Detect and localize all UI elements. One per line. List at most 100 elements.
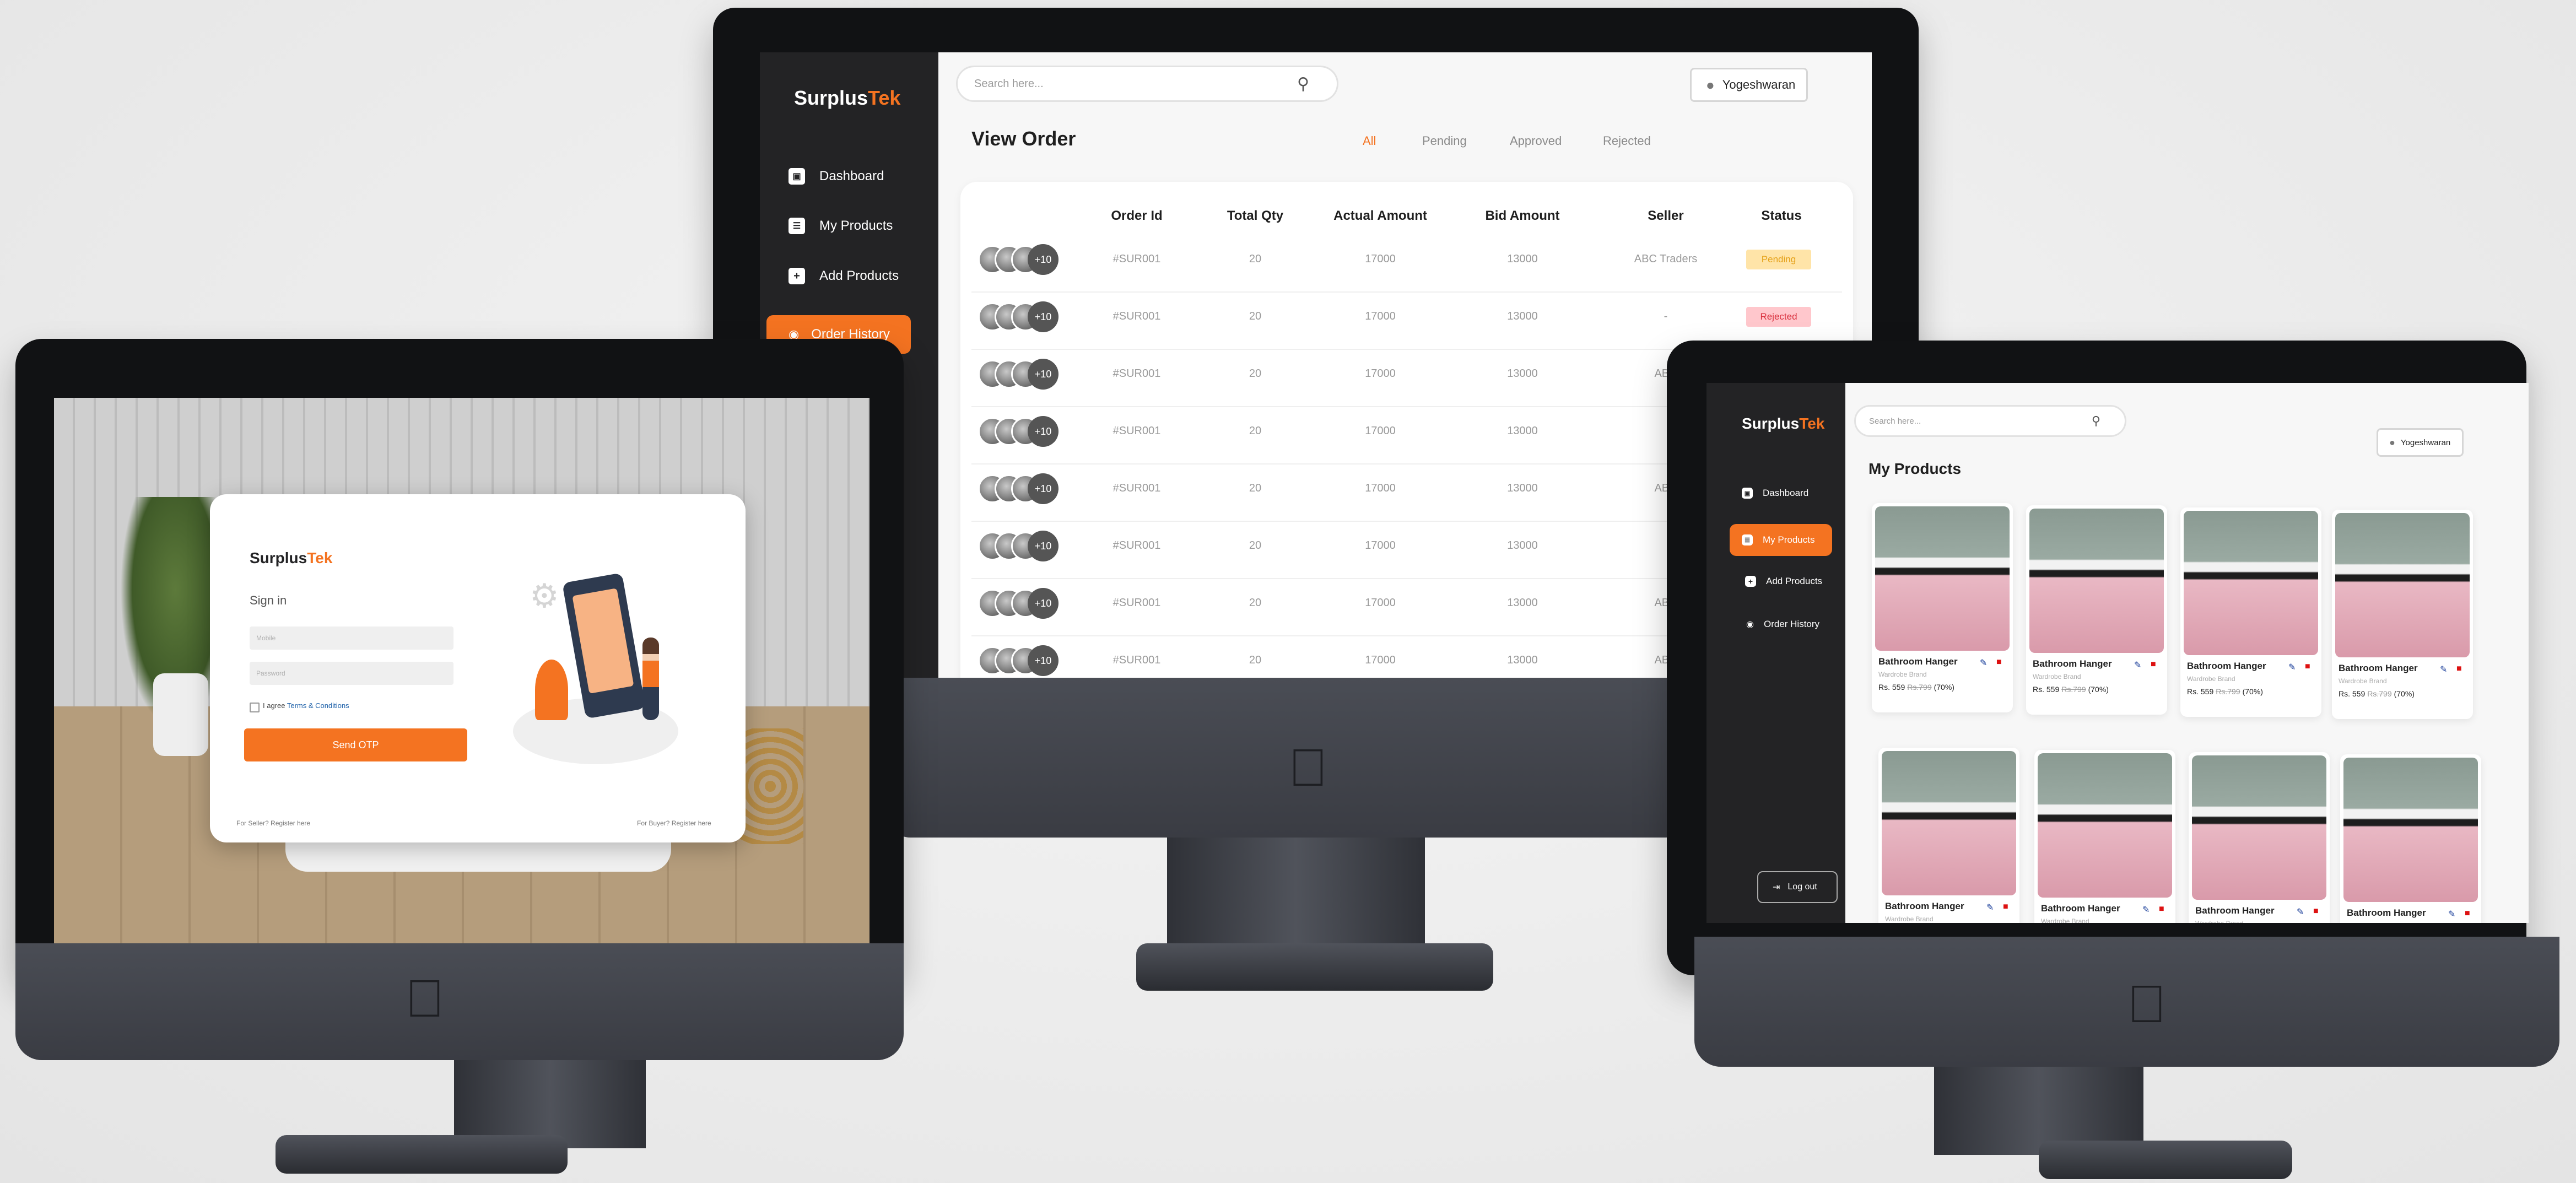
- center-foot: [1136, 943, 1493, 991]
- table-cell-actual: 17000: [1365, 253, 1396, 265]
- product-card[interactable]: Bathroom Hanger Wardrobe Brand Rs. 559 Rs.7…: [2332, 510, 2473, 719]
- table-cell-actual: 17000: [1365, 368, 1396, 380]
- product-card[interactable]: Bathroom Hanger Wardrobe Brand ✎ ■: [2034, 750, 2175, 923]
- sidebar-item-dashboard[interactable]: ▣ Dashboard: [1742, 488, 1808, 499]
- mobile-placeholder: Mobile: [256, 634, 276, 642]
- edit-icon[interactable]: ✎: [2288, 662, 2296, 673]
- table-cell-id: #SUR001: [1113, 597, 1161, 609]
- brand-name-accent: Tek: [868, 87, 901, 109]
- table-cell-actual: 17000: [1365, 310, 1396, 322]
- brand-logo: SurplusTek: [250, 549, 332, 567]
- edit-icon[interactable]: ✎: [2440, 664, 2447, 675]
- tab-rejected[interactable]: Rejected: [1603, 134, 1651, 148]
- search-icon[interactable]: ⚲: [2092, 414, 2100, 428]
- product-brand: Wardrobe Brand: [2187, 675, 2235, 683]
- more-products-badge[interactable]: +10: [1028, 416, 1059, 447]
- search-icon[interactable]: ⚲: [1297, 74, 1309, 94]
- user-menu[interactable]: ● Yogeshwaran: [1690, 68, 1808, 102]
- seller-register-link[interactable]: For Seller? Register here: [236, 819, 310, 827]
- buyer-register-link[interactable]: For Buyer? Register here: [637, 819, 711, 827]
- user-menu[interactable]: ● Yogeshwaran: [2377, 428, 2464, 457]
- delete-icon[interactable]: ■: [2159, 904, 2164, 914]
- price-current: Rs. 559: [2187, 687, 2214, 696]
- delete-icon[interactable]: ■: [2003, 902, 2008, 912]
- apple-logo-icon: : [405, 973, 445, 1025]
- sidebar-item-add-products[interactable]: + Add Products: [789, 268, 899, 284]
- more-products-badge[interactable]: +10: [1028, 301, 1059, 332]
- more-products-badge[interactable]: +10: [1028, 473, 1059, 504]
- price-old: Rs.799: [2367, 689, 2392, 698]
- tab-all[interactable]: All: [1363, 134, 1376, 148]
- delete-icon[interactable]: ■: [2151, 660, 2156, 669]
- column-header: Status: [1761, 208, 1802, 223]
- page-title: My Products: [1868, 460, 1962, 477]
- terms-link[interactable]: Terms & Conditions: [287, 701, 349, 710]
- table-cell-actual: 17000: [1365, 654, 1396, 666]
- product-image: [2029, 509, 2164, 653]
- product-brand: Wardrobe Brand: [2339, 677, 2387, 685]
- table-cell-id: #SUR001: [1113, 425, 1161, 437]
- list-icon: ☰: [1742, 534, 1753, 545]
- product-name: Bathroom Hanger: [2195, 905, 2275, 916]
- edit-icon[interactable]: ✎: [2134, 660, 2141, 671]
- agree-label: I agree: [263, 701, 285, 710]
- product-card[interactable]: Bathroom Hanger Wardrobe Brand Rs. 559 Rs.7…: [2180, 507, 2321, 717]
- left-monitor-chin: [15, 943, 904, 1060]
- more-products-badge[interactable]: +10: [1028, 588, 1059, 619]
- search-placeholder: Search here...: [974, 77, 1044, 90]
- sidebar-item-add-products[interactable]: + Add Products: [1745, 576, 1822, 587]
- logout-button[interactable]: ⇥ Log out: [1757, 871, 1838, 903]
- sidebar-item-dashboard[interactable]: ▣ Dashboard: [789, 168, 884, 185]
- more-products-badge[interactable]: +10: [1028, 359, 1059, 390]
- sidebar-item-order-history[interactable]: ◉ Order History: [1746, 619, 1819, 630]
- mobile-field[interactable]: Mobile: [250, 626, 453, 650]
- product-brand: Wardrobe Brand: [2041, 917, 2089, 923]
- edit-icon[interactable]: ✎: [1986, 902, 1994, 913]
- user-name: Yogeshwaran: [2400, 437, 2451, 447]
- product-card[interactable]: Bathroom Hanger Wardrobe Brand ✎ ■: [1878, 748, 2019, 923]
- brand-name-part: Surplus: [794, 87, 868, 109]
- product-price: Rs. 559 Rs.799 (70%): [2033, 685, 2109, 694]
- product-card[interactable]: Bathroom Hanger Wardrobe Brand Rs. 559 Rs.7…: [1872, 503, 2013, 712]
- sidebar-item-label: Dashboard: [819, 169, 884, 183]
- password-field[interactable]: Password: [250, 662, 453, 685]
- product-card[interactable]: Bathroom Hanger Wardrobe Brand Rs. 559 Rs.7…: [2026, 505, 2167, 715]
- center-stand: [1167, 838, 1425, 953]
- edit-icon[interactable]: ✎: [2297, 906, 2304, 917]
- more-products-badge[interactable]: +10: [1028, 645, 1059, 676]
- more-products-badge[interactable]: +10: [1028, 531, 1059, 561]
- phone-illustration: [562, 572, 646, 719]
- sidebar-item-my-products[interactable]: ☰ My Products: [789, 218, 893, 234]
- more-products-badge[interactable]: +10: [1028, 244, 1059, 275]
- delete-icon[interactable]: ■: [1996, 657, 2002, 667]
- edit-icon[interactable]: ✎: [2142, 904, 2150, 915]
- brand-name-accent: Tek: [307, 549, 333, 566]
- delete-icon[interactable]: ■: [2305, 662, 2310, 672]
- product-image: [2038, 753, 2172, 898]
- tab-pending[interactable]: Pending: [1422, 134, 1467, 148]
- delete-icon[interactable]: ■: [2456, 664, 2462, 674]
- tab-approved[interactable]: Approved: [1510, 134, 1562, 148]
- price-discount: (70%): [2394, 689, 2415, 698]
- table-cell-actual: 17000: [1365, 539, 1396, 552]
- delete-icon[interactable]: ■: [2465, 909, 2470, 919]
- sidebar-item-label: Add Products: [1766, 576, 1823, 586]
- edit-icon[interactable]: ✎: [1980, 657, 1987, 668]
- delete-icon[interactable]: ■: [2313, 906, 2319, 916]
- send-otp-button[interactable]: Send OTP: [244, 728, 467, 761]
- sidebar-item-my-products[interactable]: ☰ My Products: [1730, 524, 1832, 556]
- list-icon: ☰: [789, 218, 805, 234]
- product-card[interactable]: Bathroom Hanger Wardrobe Brand ✎ ■: [2189, 752, 2330, 923]
- table-cell-actual: 17000: [1365, 482, 1396, 494]
- search-input[interactable]: Search here... ⚲: [1854, 405, 2126, 437]
- edit-icon[interactable]: ✎: [2448, 909, 2455, 920]
- user-icon: ●: [2389, 436, 2395, 448]
- login-screen: SurplusTek Sign in Mobile Password I agr…: [54, 398, 870, 943]
- search-input[interactable]: Search here... ⚲: [956, 66, 1338, 102]
- terms-checkbox[interactable]: [250, 703, 260, 712]
- table-cell-bid: 13000: [1507, 253, 1538, 265]
- login-card: SurplusTek Sign in Mobile Password I agr…: [210, 494, 746, 842]
- product-card[interactable]: Bathroom Hanger Wardrobe Brand ✎ ■: [2340, 754, 2481, 923]
- product-name: Bathroom Hanger: [2041, 903, 2120, 914]
- column-header: Bid Amount: [1485, 208, 1560, 223]
